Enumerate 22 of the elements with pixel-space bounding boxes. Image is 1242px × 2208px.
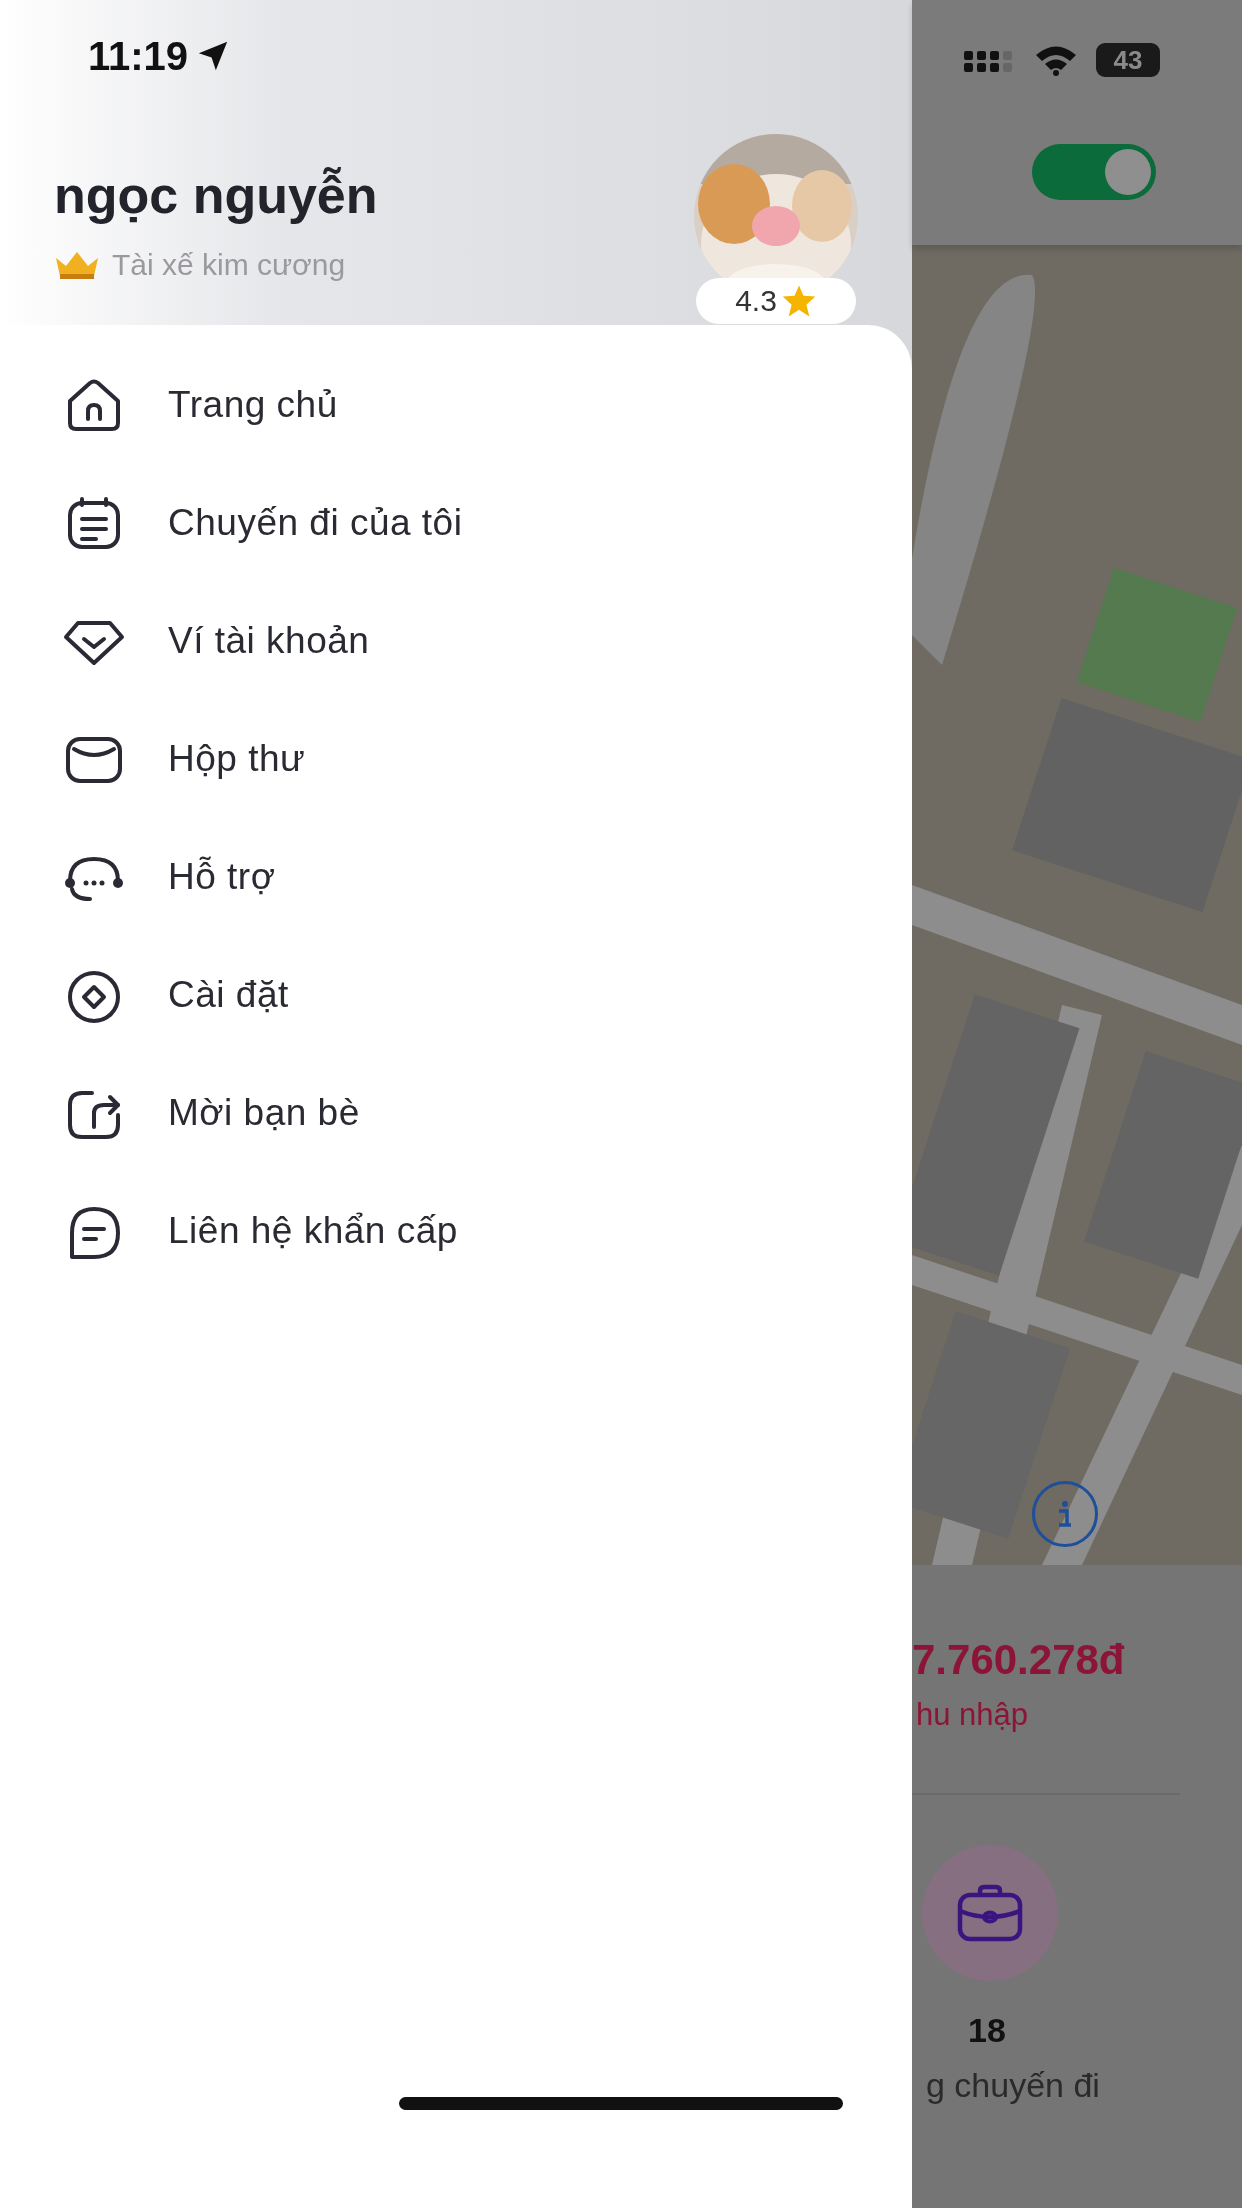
- tier-label: Tài xế kim cương: [112, 248, 346, 283]
- wifi-icon: [1034, 44, 1078, 76]
- driver-name: ngọc nguyễn: [54, 165, 378, 226]
- rating-value: 4.3: [735, 284, 777, 318]
- trip-count: 18: [968, 2011, 1006, 2051]
- briefcase-icon: [956, 1883, 1024, 1944]
- info-button[interactable]: [1032, 1481, 1098, 1547]
- menu-item[interactable]: Liên hệ khẩn cấp: [0, 1172, 912, 1290]
- menu-item[interactable]: Hỗ trợ: [0, 818, 912, 936]
- menu-item[interactable]: Mời bạn bè: [0, 1054, 912, 1172]
- menu-item[interactable]: Chuyến đi của tôi: [0, 464, 912, 582]
- trip-label: g chuyến đi: [925, 2066, 1100, 2106]
- menu-item[interactable]: Hộp thư: [0, 700, 912, 818]
- crown-icon: [54, 250, 100, 281]
- earnings-amount: 7.760.278đ: [912, 1637, 1126, 1684]
- earnings-label: hu nhập: [915, 1697, 1030, 1734]
- menu-item[interactable]: Ví tài khoản: [0, 582, 912, 700]
- menu-item[interactable]: Trang chủ: [0, 346, 912, 464]
- menu-item[interactable]: Cài đặt: [0, 936, 912, 1054]
- online-toggle[interactable]: [1032, 144, 1156, 200]
- battery-icon: 43: [1096, 43, 1160, 77]
- status-time: 11:19: [88, 33, 189, 79]
